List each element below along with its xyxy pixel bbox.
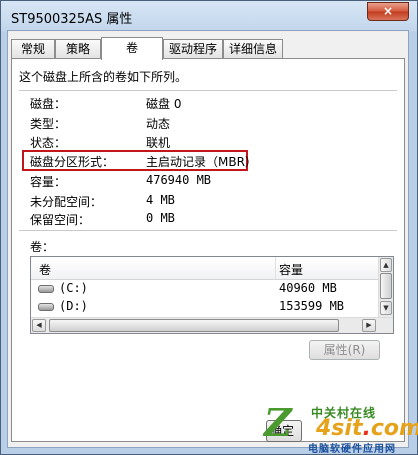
list-header: 卷 容量 bbox=[31, 257, 379, 280]
separator bbox=[19, 230, 397, 231]
vertical-scrollbar[interactable]: ▲ ▼ bbox=[378, 257, 393, 317]
watermark-site-logo: 4sit.com bbox=[316, 416, 418, 441]
partition-style-value: 主启动记录（MBR） bbox=[146, 155, 257, 169]
watermark-z-mark: Z bbox=[264, 400, 292, 445]
tab-content-volumes bbox=[11, 58, 405, 442]
tab-driver[interactable]: 驱动程序 bbox=[163, 39, 223, 58]
disk-value: 磁盘 0 bbox=[146, 97, 182, 111]
list-item[interactable]: (D:) 153599 MB bbox=[31, 298, 379, 316]
drive-icon bbox=[38, 285, 54, 293]
unallocated-label: 未分配空间： bbox=[30, 195, 103, 209]
column-header-volume[interactable]: 卷 bbox=[39, 261, 51, 278]
scroll-up-button[interactable]: ▲ bbox=[380, 258, 392, 272]
volume-capacity: 153599 MB bbox=[279, 299, 345, 313]
volume-description: 这个磁盘上所含的卷如下所列。 bbox=[19, 70, 188, 84]
scroll-left-button[interactable]: ◀ bbox=[32, 319, 46, 332]
close-button[interactable]: × bbox=[367, 2, 409, 21]
drive-icon bbox=[38, 303, 54, 311]
title-bar[interactable]: ST9500325AS 属性 × bbox=[1, 1, 417, 31]
capacity-value: 476940 MB bbox=[146, 173, 212, 187]
horizontal-scroll-thumb[interactable] bbox=[49, 319, 339, 332]
status-value: 联机 bbox=[146, 136, 171, 150]
reserved-label: 保留空间： bbox=[30, 213, 91, 227]
unallocated-value: 4 MB bbox=[146, 193, 175, 207]
column-divider[interactable] bbox=[275, 257, 276, 279]
capacity-label: 容量： bbox=[30, 175, 67, 189]
partition-style-label: 磁盘分区形式： bbox=[30, 155, 115, 169]
list-item[interactable]: (C:) 40960 MB bbox=[31, 280, 379, 298]
volume-name: (C:) bbox=[59, 281, 88, 295]
volume-capacity: 40960 MB bbox=[279, 281, 337, 295]
volumes-label: 卷： bbox=[30, 240, 55, 254]
reserved-value: 0 MB bbox=[146, 211, 175, 225]
window-title: ST9500325AS 属性 bbox=[11, 12, 133, 27]
tab-general[interactable]: 常规 bbox=[11, 39, 55, 58]
tab-volumes[interactable]: 卷 bbox=[101, 37, 163, 60]
tab-details[interactable]: 详细信息 bbox=[223, 39, 283, 58]
type-label: 类型： bbox=[30, 117, 67, 131]
status-label: 状态： bbox=[30, 136, 67, 150]
volume-properties-button[interactable]: 属性(R) bbox=[309, 340, 380, 360]
volume-name: (D:) bbox=[59, 299, 88, 313]
tab-policies[interactable]: 策略 bbox=[55, 39, 101, 58]
watermark-logo: Z 中关村在线 4sit.com 电脑软硬件应用网 bbox=[258, 400, 418, 455]
watermark-bottom-text: 电脑软硬件应用网 bbox=[308, 444, 396, 455]
disk-label: 磁盘： bbox=[30, 97, 67, 111]
volume-list[interactable]: 卷 容量 (C:) 40960 MB (D:) 153599 MB ▲ ▼ ◀ … bbox=[30, 256, 394, 334]
horizontal-scrollbar[interactable]: ◀ ▶ bbox=[31, 317, 393, 333]
scroll-right-button[interactable]: ▶ bbox=[362, 319, 376, 332]
type-value: 动态 bbox=[146, 117, 171, 131]
vertical-scroll-thumb[interactable] bbox=[380, 273, 392, 299]
scroll-down-button[interactable]: ▼ bbox=[380, 301, 392, 315]
separator bbox=[19, 90, 397, 91]
column-header-capacity[interactable]: 容量 bbox=[279, 261, 303, 278]
